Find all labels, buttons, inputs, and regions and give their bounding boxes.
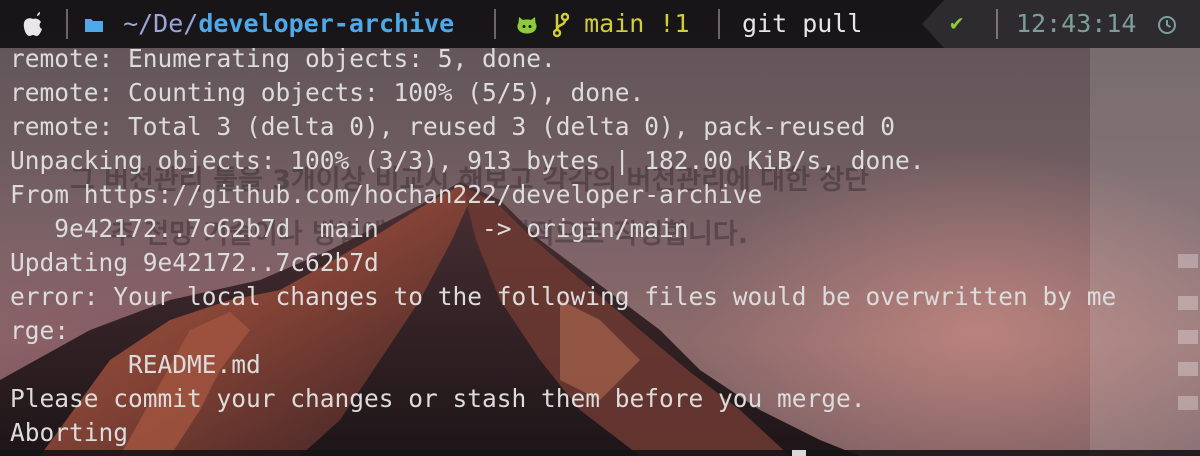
directory-name: developer-archive xyxy=(198,9,455,38)
terminal-window[interactable]: ~/De/developer-archive main !1 git pull … xyxy=(0,0,1200,456)
git-status: main !1 xyxy=(516,0,690,48)
prompt-separator xyxy=(494,9,496,39)
output-line: remote: Total 3 (delta 0), reused 3 (del… xyxy=(10,112,896,141)
terminal-output: remote: Enumerating objects: 5, done. rem… xyxy=(10,42,1116,450)
output-line: Unpacking objects: 100% (3/3), 913 bytes… xyxy=(10,146,925,175)
shell-prompt-bar: ~/De/developer-archive main !1 git pull … xyxy=(0,0,1200,48)
clock-icon xyxy=(1151,9,1177,38)
status-check-icon: ✔ xyxy=(950,11,964,36)
text-cursor[interactable] xyxy=(792,450,806,456)
next-prompt-bar xyxy=(0,450,1200,456)
output-line: From https://github.com/hochan222/develo… xyxy=(10,180,763,209)
output-line: Aborting xyxy=(10,418,129,447)
git-branch-icon xyxy=(552,9,584,38)
clock-time: 12:43:14 xyxy=(1016,0,1177,48)
output-line: Please commit your changes or stash them… xyxy=(10,384,866,413)
entered-command: git pull xyxy=(742,9,863,38)
output-line: 9e42172..7c62b7d main -> origin/main xyxy=(10,214,689,243)
output-line: Updating 9e42172..7c62b7d xyxy=(10,248,379,277)
output-line: remote: Counting objects: 100% (5/5), do… xyxy=(10,78,645,107)
time-text: 12:43:14 xyxy=(1016,9,1137,38)
output-line: error: Your local changes to the followi… xyxy=(10,282,1117,311)
prompt-right-chevron xyxy=(922,0,944,48)
git-modified-count: !1 xyxy=(659,9,690,38)
output-line: rge: xyxy=(10,316,70,345)
prompt-separator xyxy=(996,9,998,39)
output-line: README.md xyxy=(10,350,261,379)
directory-path-prefix: ~/De/ xyxy=(123,9,199,38)
folder-icon xyxy=(84,9,123,38)
current-directory: ~/De/developer-archive xyxy=(84,0,454,48)
output-line: remote: Enumerating objects: 5, done. xyxy=(10,44,556,73)
git-branch-name: main xyxy=(584,9,645,38)
github-icon xyxy=(516,9,553,38)
prompt-separator xyxy=(66,9,68,39)
apple-logo-icon xyxy=(22,0,44,48)
prompt-separator xyxy=(718,9,720,39)
